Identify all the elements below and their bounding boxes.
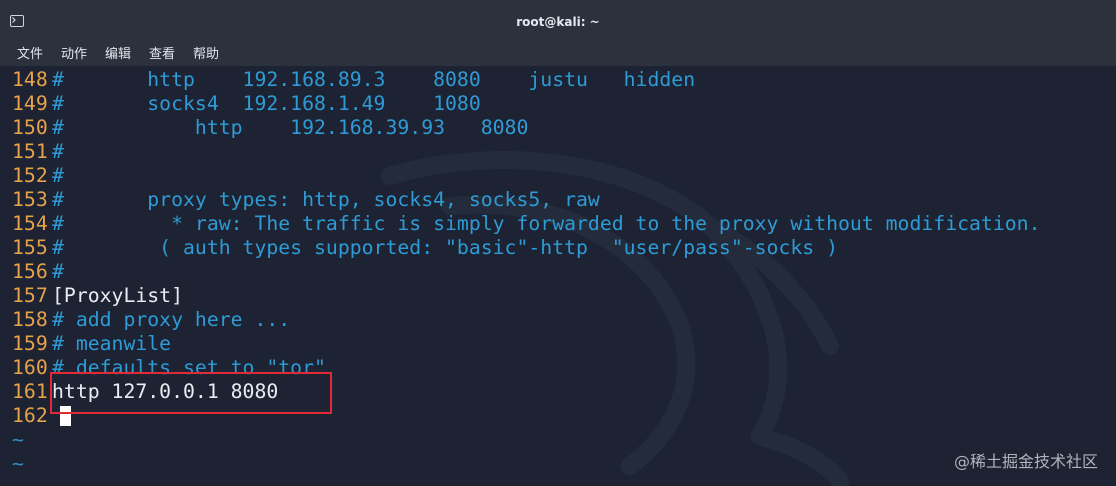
menu-action[interactable]: 动作 [61, 43, 87, 62]
code-line: 162 [12, 404, 52, 428]
line-text: # [52, 260, 64, 283]
line-number: 157 [12, 284, 48, 307]
line-number: 151 [12, 140, 48, 163]
line-number: 154 [12, 212, 48, 235]
line-number: 153 [12, 188, 48, 211]
code-line: 158 # add proxy here ... [12, 308, 290, 332]
code-line: 149 # socks4 192.168.1.49 1080 [12, 92, 481, 116]
line-text: # http 192.168.39.93 8080 [52, 116, 529, 139]
menu-bar: 文件 动作 编辑 查看 帮助 [0, 40, 1116, 67]
line-number: 155 [12, 236, 48, 259]
code-line: 155 # ( auth types supported: "basic"-htt… [12, 236, 838, 260]
code-line: 157 [ProxyList] [12, 284, 183, 308]
line-number: 162 [12, 404, 48, 427]
menu-edit[interactable]: 编辑 [105, 43, 131, 62]
source-watermark-text: @稀土掘金技术社区 [953, 452, 1098, 471]
terminal-window: root@kali: ~ 文件 动作 编辑 查看 帮助 148 # http 19… [0, 0, 1116, 486]
line-number: 150 [12, 116, 48, 139]
menu-file[interactable]: 文件 [17, 43, 43, 62]
line-text: # [52, 164, 64, 187]
menu-view[interactable]: 查看 [149, 43, 175, 62]
code-line: 156 # [12, 260, 64, 284]
line-text: # ( auth types supported: "basic"-http "… [52, 236, 839, 259]
line-number: 148 [12, 68, 48, 91]
line-text: # http 192.168.89.3 8080 justu hidden [52, 68, 696, 91]
line-number: 158 [12, 308, 48, 331]
empty-line-marker: ~ [12, 452, 24, 475]
line-number: 159 [12, 332, 48, 355]
line-number: 149 [12, 92, 48, 115]
code-line: 148 # http 192.168.89.3 8080 justu hidden [12, 68, 695, 92]
title-bar[interactable]: root@kali: ~ [0, 0, 1116, 41]
terminal-content[interactable]: 148 # http 192.168.89.3 8080 justu hidden… [0, 66, 1116, 486]
line-text: # add proxy here ... [52, 308, 291, 331]
menu-help[interactable]: 帮助 [193, 43, 219, 62]
line-text: [ProxyList] [52, 284, 184, 307]
code-line: 154 # * raw: The traffic is simply forwar… [12, 212, 1040, 236]
highlight-box [50, 372, 332, 414]
line-text: # * raw: The traffic is simply forwarded… [52, 212, 1041, 235]
line-text: # meanwile [52, 332, 172, 355]
line-text: # [52, 140, 64, 163]
line-text: # socks4 192.168.1.49 1080 [52, 92, 481, 115]
line-number: 161 [12, 380, 48, 403]
code-line: 150 # http 192.168.39.93 8080 [12, 116, 528, 140]
code-line: 151 # [12, 140, 64, 164]
line-number: 160 [12, 356, 48, 379]
empty-line-marker: ~ [12, 428, 24, 451]
line-number: 156 [12, 260, 48, 283]
code-line: 159 # meanwile [12, 332, 171, 356]
code-line: 153 # proxy types: http, socks4, socks5, … [12, 188, 600, 212]
line-text: # proxy types: http, socks4, socks5, raw [52, 188, 600, 211]
line-number: 152 [12, 164, 48, 187]
window-title: root@kali: ~ [516, 15, 600, 29]
code-line: 152 # [12, 164, 64, 188]
